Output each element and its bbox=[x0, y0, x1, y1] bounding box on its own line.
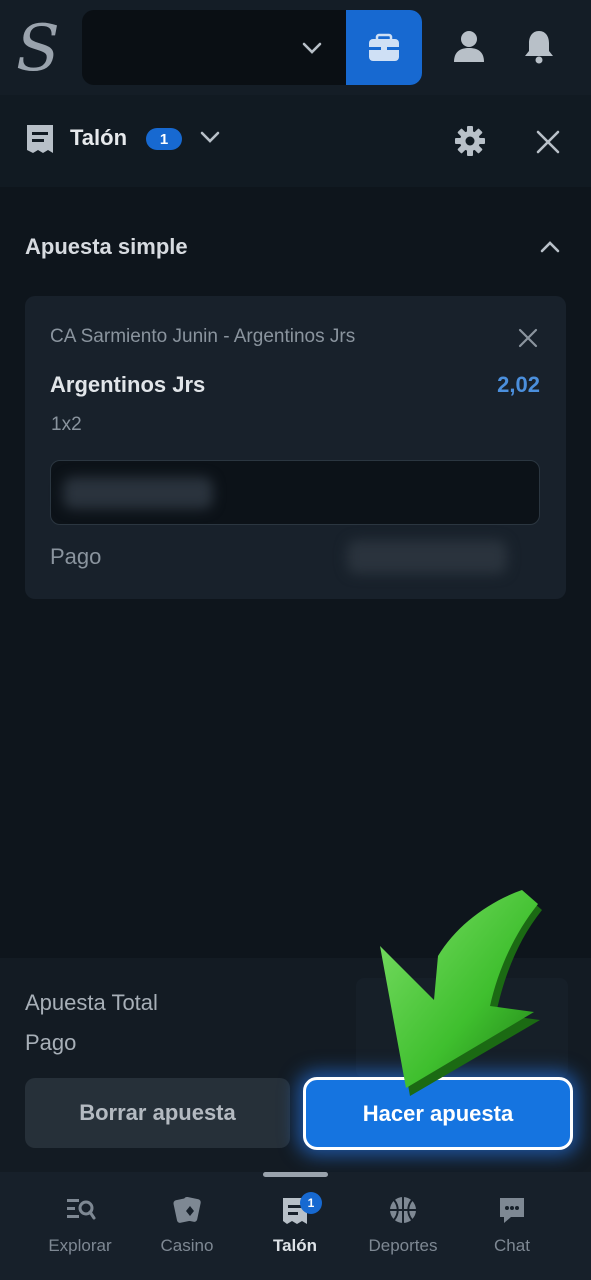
nav-talon[interactable]: 1 Talón bbox=[240, 1192, 350, 1264]
bottom-nav: Explorar Casino 1 Talón Deportes Chat bbox=[0, 1172, 591, 1280]
top-bar: S bbox=[0, 0, 591, 95]
cards-icon bbox=[173, 1196, 201, 1223]
nav-explorar[interactable]: Explorar bbox=[25, 1194, 135, 1264]
clear-bet-button[interactable]: Borrar apuesta bbox=[25, 1078, 290, 1148]
odds-value: 2,02 bbox=[497, 372, 540, 397]
close-icon[interactable] bbox=[517, 327, 539, 349]
svg-text:S: S bbox=[16, 14, 60, 82]
close-icon[interactable] bbox=[534, 128, 562, 156]
nav-chat[interactable]: Chat bbox=[457, 1194, 567, 1264]
chevron-up-icon[interactable] bbox=[537, 234, 563, 260]
bet-card: CA Sarmiento Junin - Argentinos Jrs Arge… bbox=[25, 296, 566, 599]
bell-icon[interactable] bbox=[521, 28, 557, 64]
wallet-button[interactable] bbox=[346, 10, 422, 85]
market-name: 1x2 bbox=[51, 414, 82, 435]
basketball-icon bbox=[390, 1197, 416, 1223]
slip-title: Talón bbox=[70, 125, 128, 150]
nav-label: Chat bbox=[494, 1236, 530, 1255]
nav-casino[interactable]: Casino bbox=[132, 1194, 242, 1264]
nav-label: Deportes bbox=[368, 1236, 438, 1255]
stake-input[interactable] bbox=[50, 460, 540, 525]
nav-deportes[interactable]: Deportes bbox=[348, 1194, 458, 1264]
slip-header[interactable]: Talón 1 bbox=[0, 95, 591, 187]
wallet-icon bbox=[369, 33, 399, 61]
payout-label: Pago bbox=[50, 544, 102, 569]
gear-icon[interactable] bbox=[454, 125, 486, 157]
search-list-icon bbox=[67, 1199, 96, 1220]
nav-label: Casino bbox=[160, 1236, 214, 1255]
total-stake-label: Apuesta Total bbox=[25, 990, 158, 1015]
selection-name: Argentinos Jrs bbox=[50, 372, 206, 397]
pointer-arrow-icon bbox=[380, 890, 542, 1096]
chevron-down-icon[interactable] bbox=[300, 36, 324, 60]
section-title: Apuesta simple bbox=[25, 234, 188, 259]
chat-icon bbox=[500, 1198, 524, 1223]
payout-value-blurred bbox=[347, 540, 507, 574]
stake-value-blurred bbox=[63, 477, 213, 509]
brand-logo-icon[interactable]: S bbox=[14, 14, 60, 82]
nav-label: Talón bbox=[272, 1236, 318, 1255]
total-payout-label: Pago bbox=[25, 1030, 77, 1055]
active-tab-indicator bbox=[263, 1172, 328, 1177]
balance-selector[interactable] bbox=[82, 10, 422, 85]
nav-label: Explorar bbox=[48, 1236, 112, 1255]
user-icon[interactable] bbox=[451, 28, 487, 64]
match-name: CA Sarmiento Junin - Argentinos Jrs bbox=[50, 326, 356, 347]
nav-badge: 1 bbox=[300, 1192, 322, 1214]
receipt-icon bbox=[27, 125, 53, 153]
chevron-down-icon[interactable] bbox=[198, 125, 222, 149]
slip-count-badge: 1 bbox=[146, 128, 182, 150]
